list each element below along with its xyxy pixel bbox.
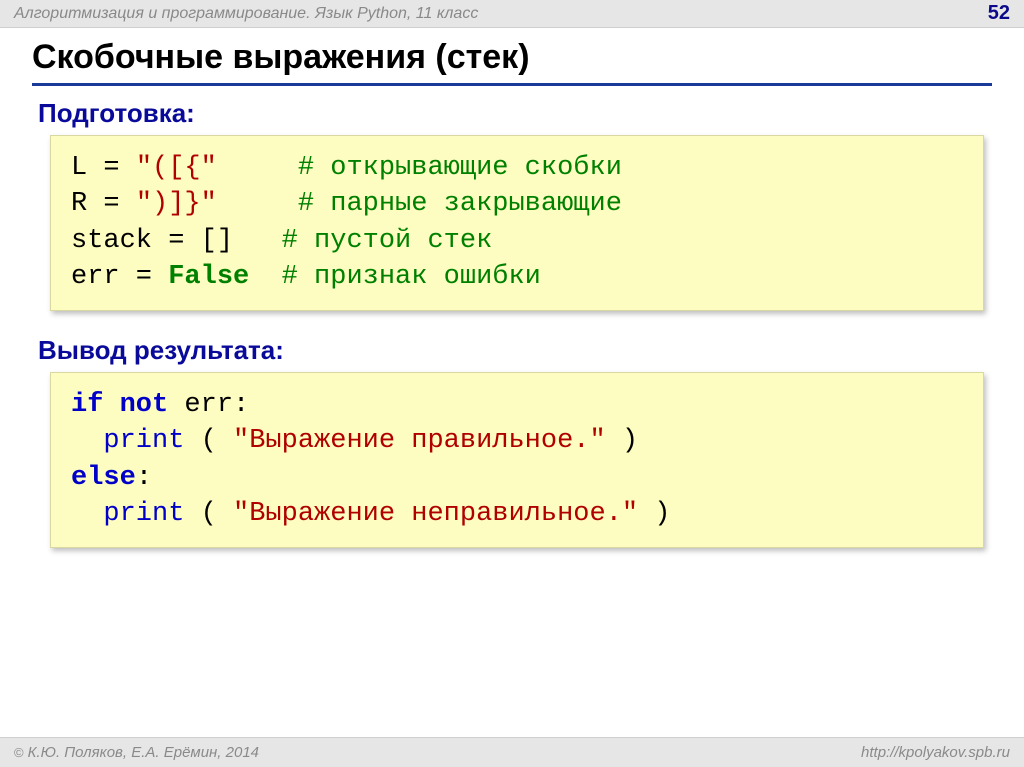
code-text: ) [638,499,670,529]
slide-content: Скобочные выражения (стек) Подготовка: L… [0,28,1024,548]
code-pad [217,189,298,219]
slide-title: Скобочные выражения (стек) [32,38,992,86]
footer-url: http://kpolyakov.spb.ru [861,744,1010,761]
code-string: "Выражение неправильное." [233,499,638,529]
header-bar: Алгоритмизация и программирование. Язык … [0,0,1024,28]
code-text: ( [184,426,233,456]
footer-bar: © К.Ю. Поляков, Е.А. Ерёмин, 2014 http:/… [0,737,1024,767]
code-text: ( [184,499,233,529]
code-comment: # признак ошибки [282,262,541,292]
code-function: print [103,426,184,456]
page-number: 52 [988,2,1010,25]
code-text: : [136,463,152,493]
code-comment: # пустой стек [282,226,493,256]
code-keyword: if [71,390,103,420]
code-space [103,390,119,420]
footer-authors: К.Ю. Поляков, Е.А. Ерёмин, 2014 [28,744,259,761]
code-string: "([{" [136,153,217,183]
code-comment: # парные закрывающие [298,189,622,219]
code-comment: # открывающие скобки [298,153,622,183]
code-text: stack = [] [71,226,282,256]
section-result: Вывод результата: [38,335,992,366]
code-string: ")]}" [136,189,217,219]
code-pad [217,153,298,183]
code-string: "Выражение правильное." [233,426,606,456]
course-title: Алгоритмизация и программирование. Язык … [14,5,478,23]
code-block-preparation: L = "([{" # открывающие скобки R = ")]}"… [50,135,984,311]
code-function: print [103,499,184,529]
code-constant: False [168,262,249,292]
code-text: ) [606,426,638,456]
code-text: err = [71,262,168,292]
copyright-icon: © [14,745,24,760]
code-indent [71,499,103,529]
code-pad [249,262,281,292]
footer-copyright: © К.Ю. Поляков, Е.А. Ерёмин, 2014 [14,744,259,761]
code-keyword: not [120,390,169,420]
code-text: L = [71,153,136,183]
section-preparation: Подготовка: [38,98,992,129]
code-text: err: [168,390,249,420]
code-text: R = [71,189,136,219]
code-keyword: else [71,463,136,493]
code-block-result: if not err: print ( "Выражение правильно… [50,372,984,548]
code-indent [71,426,103,456]
